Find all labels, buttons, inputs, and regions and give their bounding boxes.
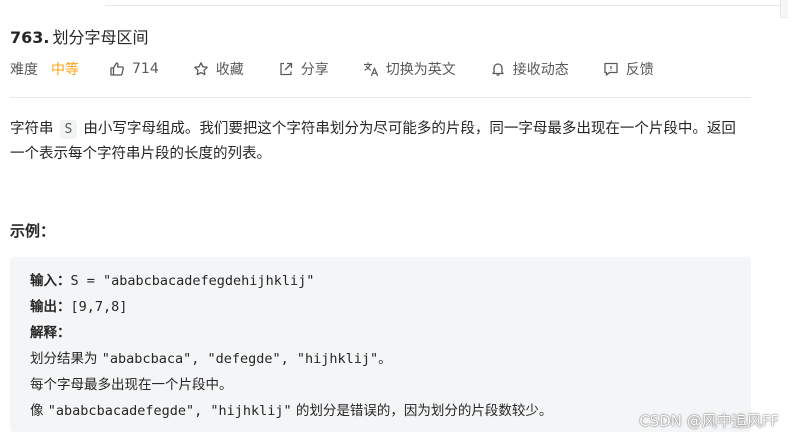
share-button[interactable]: 分享 (278, 59, 329, 79)
explain-line2-text: 每个字母最多出现在一个片段中。 (30, 377, 233, 393)
output-value: [9,7,8] (70, 299, 128, 315)
header-divider (10, 97, 751, 98)
explain-line1-parts: "ababcbaca", "defegde", "hijhklij" (101, 351, 379, 367)
explain-line3-parts: "ababcbacadefegde", "hijhklij" (47, 403, 292, 419)
example-input-line: 输入：S = "ababcbacadefegdehijhklij" (30, 268, 751, 294)
explain-line3-suffix: 的划分是错误的，因为划分的片段数较少。 (291, 403, 553, 419)
feedback-icon (603, 61, 619, 77)
input-label: 输入： (30, 273, 71, 289)
explain-line3-prefix: 像 (30, 403, 48, 419)
like-count: 714 (132, 61, 159, 77)
example-explain-heading: 解释： (30, 320, 751, 346)
explain-label: 解释： (30, 325, 71, 341)
collect-label: 收藏 (215, 62, 244, 78)
follow-button[interactable]: 接收动态 (490, 59, 569, 79)
problem-description: 字符串 S 由小写字母组成。我们要把这个字符串划分为尽可能多的片段，同一字母最多出现… (10, 117, 750, 167)
description-text-rest: 由小写字母组成。我们要把这个字符串划分为尽可能多的片段，同一字母最多出现在一个片… (10, 121, 736, 162)
translate-icon (363, 61, 379, 77)
problem-name: 划分字母区间 (52, 28, 149, 47)
star-icon (193, 61, 209, 77)
example-code-block: 输入：S = "ababcbacadefegdehijhklij" 输出：[9,… (10, 257, 751, 432)
thumbs-up-icon (109, 61, 125, 77)
explain-line1-suffix: 。 (378, 351, 392, 367)
difficulty-value: 中等 (51, 62, 79, 78)
example-heading: 示例： (10, 222, 56, 240)
inline-code-s: S (59, 120, 78, 139)
translate-button[interactable]: 切换为英文 (363, 59, 456, 79)
example-explain-line-2: 每个字母最多出现在一个片段中。 (30, 372, 751, 398)
example-output-line: 输出：[9,7,8] (30, 294, 751, 320)
feedback-label: 反馈 (625, 62, 654, 78)
top-frame (0, 0, 795, 18)
problem-meta-bar: 难度 中等 714 收藏 分享 切换为英文 接收动态 反馈 (10, 59, 654, 79)
explain-line1-prefix: 划分结果为 (30, 351, 102, 367)
description-text-start: 字符串 (10, 121, 54, 137)
follow-label: 接收动态 (512, 62, 569, 78)
translate-label: 切换为英文 (385, 62, 456, 78)
share-icon (278, 61, 294, 77)
problem-title: 763. 划分字母区间 (10, 24, 149, 48)
csdn-watermark: CSDN @风中追风FF (639, 412, 779, 430)
top-border-line (105, 5, 785, 6)
problem-number: 763. (10, 28, 50, 47)
like-button[interactable]: 714 (109, 61, 159, 77)
scrollbar-corner (780, 0, 788, 18)
input-value: S = "ababcbacadefegdehijhklij" (70, 273, 315, 289)
bell-icon (490, 61, 506, 77)
output-label: 输出： (30, 299, 71, 315)
share-label: 分享 (300, 62, 329, 78)
collect-button[interactable]: 收藏 (193, 59, 244, 79)
difficulty-label: 难度 (10, 62, 38, 78)
example-explain-line-1: 划分结果为 "ababcbaca", "defegde", "hijhklij"… (30, 346, 751, 372)
feedback-button[interactable]: 反馈 (603, 59, 654, 79)
